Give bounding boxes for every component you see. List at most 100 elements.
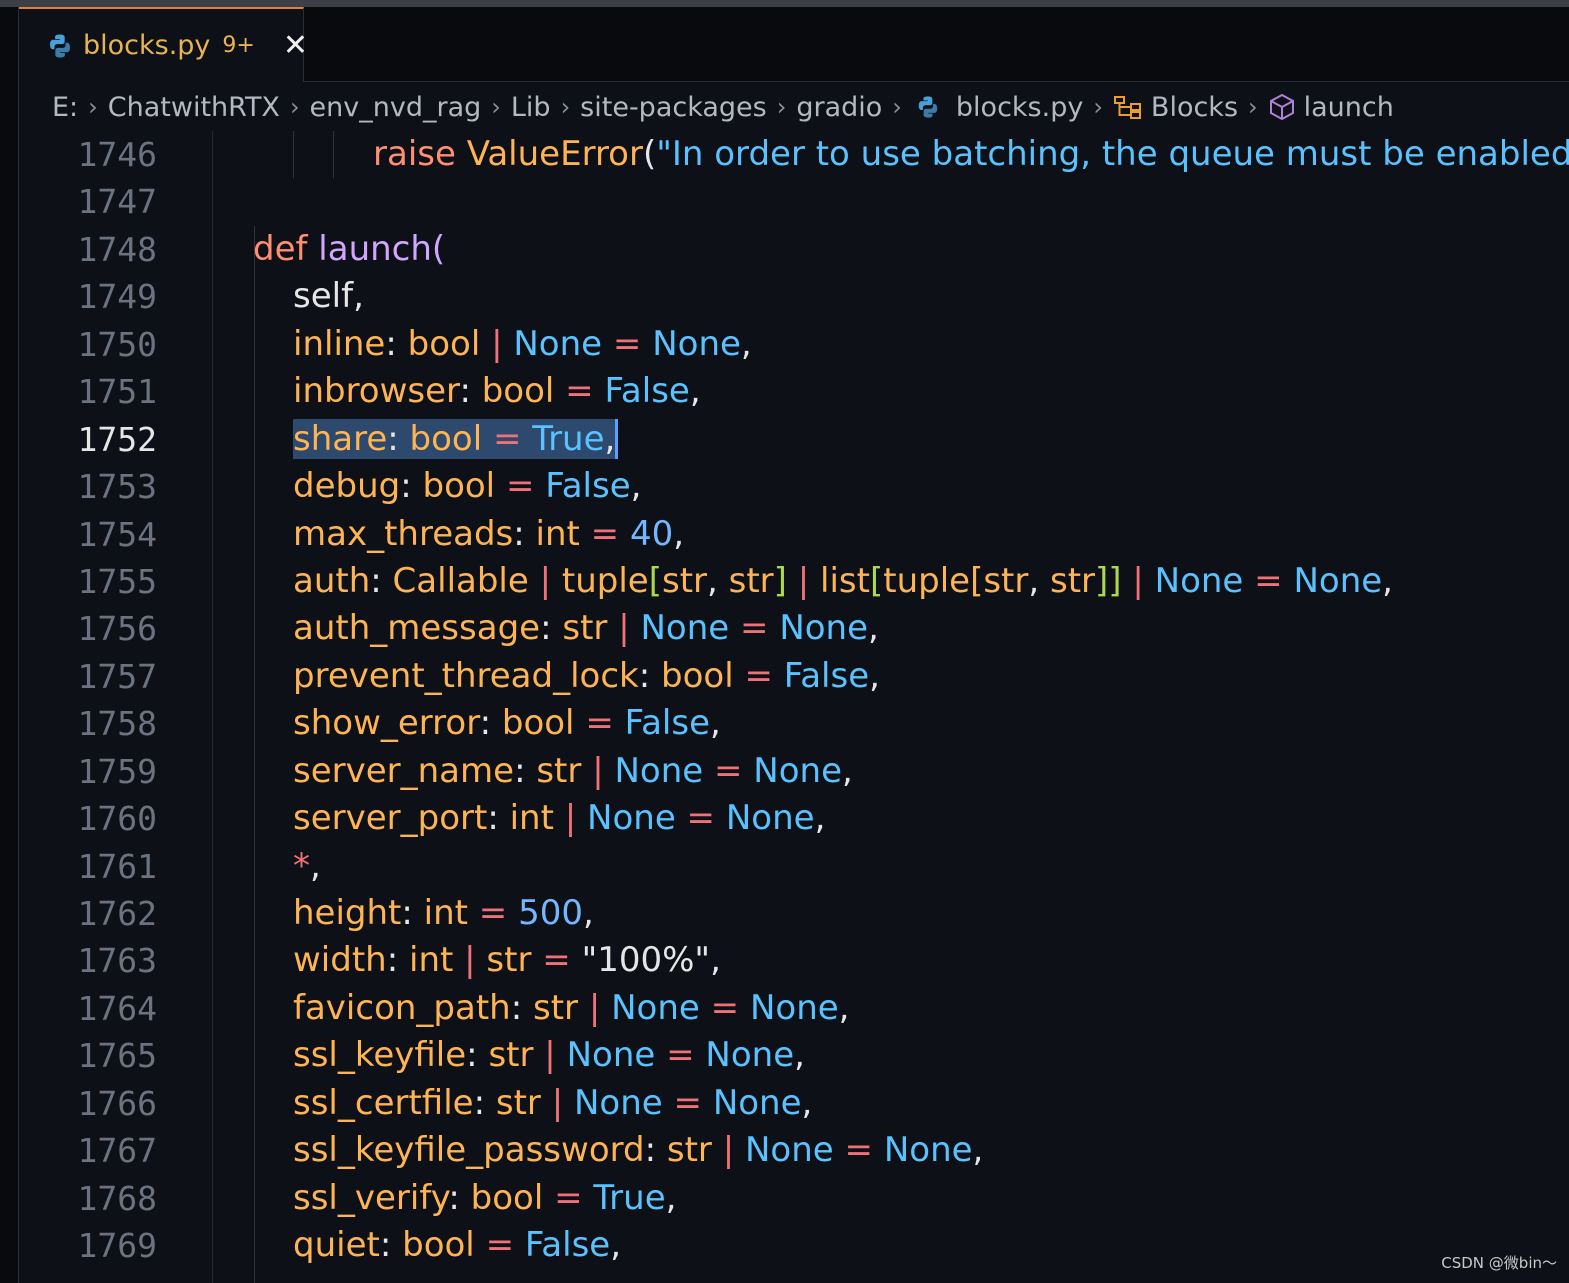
type-name: bool (501, 703, 575, 744)
type-name: str (536, 750, 582, 791)
breadcrumb-env[interactable]: env_nvd_rag (310, 92, 482, 123)
comma: , (972, 1130, 984, 1171)
comma: , (689, 371, 701, 412)
type-name: str (495, 1082, 541, 1123)
code-line[interactable]: auth_message: str | None = None, (253, 605, 1569, 652)
code-line[interactable]: prevent_thread_lock: bool = False, (253, 653, 1569, 700)
code-line[interactable]: *, (253, 843, 1569, 890)
chevron-right-icon: › (289, 93, 300, 121)
code-line[interactable]: inline: bool | None = None, (253, 321, 1569, 368)
code-line[interactable]: show_error: bool = False, (253, 700, 1569, 747)
code-editor[interactable]: raise ValueError("In order to use batchi… (253, 131, 1569, 1270)
code-line[interactable]: inbrowser: bool = False, (253, 368, 1569, 415)
colon: : (401, 893, 413, 933)
code-line[interactable]: server_name: str | None = None, (253, 748, 1569, 795)
code-line[interactable]: ssl_keyfile_password: str | None = None, (253, 1127, 1569, 1174)
type-name: str (728, 560, 774, 601)
operator: = (542, 940, 571, 981)
star-operator: * (293, 845, 310, 886)
breadcrumb-file[interactable]: blocks.py (956, 92, 1083, 123)
colon: : (387, 418, 399, 459)
operator: = (713, 750, 743, 791)
code-line[interactable]: server_port: int | None = None, (253, 795, 1569, 842)
type-name: bool (661, 655, 734, 696)
indent-guide (293, 131, 294, 179)
breadcrumb-site-packages[interactable]: site-packages (580, 92, 767, 123)
breadcrumb-lib[interactable]: Lib (511, 92, 551, 123)
operator: = (744, 655, 773, 696)
comma: , (353, 276, 364, 317)
code-line[interactable]: def launch( (253, 226, 1569, 273)
line-number-gutter: 1746 1747 1748 1749 1750 1751 1752 1753 … (19, 131, 179, 1270)
param-name: self (293, 276, 354, 317)
colon: : (386, 940, 399, 981)
constant: None (652, 323, 741, 364)
colon: : (638, 655, 651, 696)
code-line[interactable]: raise ValueError("In order to use batchi… (253, 131, 1569, 179)
tab-blocks-py[interactable]: blocks.py 9+ ✕ (19, 7, 308, 82)
code-line[interactable]: debug: bool = False, (253, 463, 1569, 510)
param-name: ssl_keyfile_password (293, 1130, 645, 1171)
param-name: show_error (293, 703, 480, 744)
operator: = (673, 1082, 703, 1123)
code-line[interactable]: favicon_path: str | None = None, (253, 985, 1569, 1032)
breadcrumb-method[interactable]: launch (1304, 92, 1394, 123)
code-line[interactable]: auth: Callable | tuple[str, str] | list[… (253, 558, 1569, 605)
comma: , (630, 466, 642, 507)
constant: False (624, 703, 710, 744)
text-selection[interactable]: share: bool = True, (293, 418, 619, 459)
param-name: inline (293, 323, 386, 364)
comma: , (801, 1082, 813, 1123)
operator: = (590, 513, 620, 554)
param-name: ssl_keyfile (293, 1035, 467, 1076)
comma: , (740, 323, 752, 364)
type-name: bool (409, 418, 483, 459)
operator: | (797, 560, 810, 601)
code-line-active[interactable]: share: bool = True, (253, 416, 1569, 463)
code-line[interactable]: ssl_keyfile: str | None = None, (253, 1032, 1569, 1079)
type-name: Callable (392, 560, 529, 601)
watermark: CSDN @微bin～ (1441, 1254, 1557, 1272)
operator: | (539, 560, 552, 601)
close-icon[interactable]: ✕ (283, 28, 308, 63)
param-name: prevent_thread_lock (293, 655, 639, 696)
code-line[interactable]: height: int = 500, (253, 890, 1569, 937)
code-line[interactable]: quiet: bool = False, (253, 1222, 1569, 1269)
comma: , (673, 513, 685, 554)
string-literal: "100%" (581, 940, 711, 981)
chevron-right-icon: › (776, 93, 787, 121)
breadcrumb-drive[interactable]: E: (52, 92, 78, 123)
operator: = (554, 1177, 583, 1218)
line-number: 1746 (77, 135, 157, 174)
constant: None (712, 1082, 802, 1123)
line-number: 1748 (77, 229, 157, 269)
line-number: 1754 (77, 514, 157, 554)
breadcrumb-class[interactable]: Blocks (1151, 92, 1238, 123)
colon: : (459, 371, 471, 412)
code-line-empty[interactable] (253, 178, 1569, 225)
type-name: bool (470, 1177, 544, 1218)
code-line[interactable]: ssl_verify: bool = True, (253, 1175, 1569, 1222)
line-number: 1765 (77, 1036, 157, 1076)
operator: = (740, 608, 769, 649)
colon: : (400, 466, 412, 507)
param-name: width (293, 940, 387, 981)
colon: : (513, 513, 525, 554)
code-line[interactable]: max_threads: int = 40, (253, 511, 1569, 558)
line-number: 1768 (77, 1178, 157, 1218)
comma: , (310, 845, 321, 886)
comma: , (665, 1177, 677, 1218)
line-number: 1750 (77, 324, 157, 364)
operator: | (551, 1082, 564, 1123)
breadcrumb-gradio[interactable]: gradio (796, 92, 882, 123)
code-line[interactable]: self, (253, 273, 1569, 320)
colon: : (385, 323, 397, 364)
operator: | (564, 798, 577, 839)
colon: : (370, 560, 382, 601)
operator: | (1132, 560, 1144, 601)
breadcrumb-chatwithrtx[interactable]: ChatwithRTX (108, 92, 280, 123)
code-line[interactable]: ssl_certfile: str | None = None, (253, 1080, 1569, 1127)
constant: None (614, 750, 704, 791)
code-line[interactable]: width: int | str = "100%", (253, 937, 1569, 984)
gutter-divider (212, 131, 213, 1283)
